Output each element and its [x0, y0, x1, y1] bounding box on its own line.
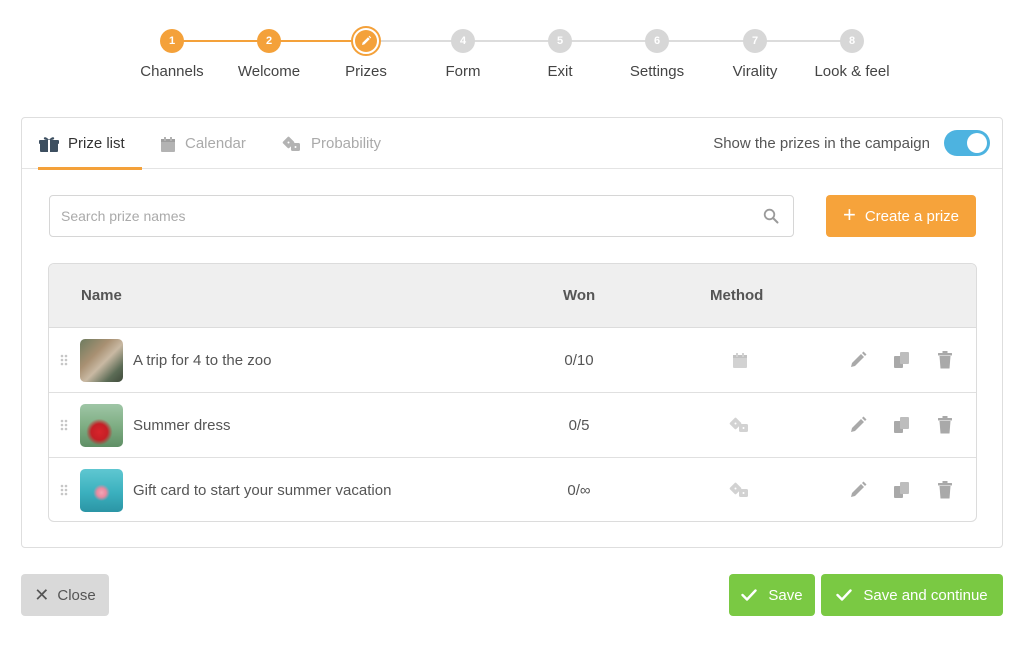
- save-button[interactable]: Save: [729, 574, 815, 616]
- step-number: 1: [160, 29, 184, 53]
- edit-icon[interactable]: [846, 458, 870, 521]
- duplicate-icon[interactable]: [890, 393, 914, 457]
- show-prizes-setting: Show the prizes in the campaign: [713, 130, 990, 156]
- table-row[interactable]: Gift card to start your summer vacation …: [49, 458, 976, 521]
- step-virality[interactable]: 7 Virality: [705, 27, 805, 80]
- drag-handle-icon[interactable]: [60, 393, 70, 457]
- prize-table: Name Won Method A trip for 4 to the zoo …: [48, 263, 977, 522]
- search-box: [49, 195, 794, 237]
- save-label: Save: [768, 586, 803, 604]
- edit-icon[interactable]: [846, 328, 870, 392]
- search-input[interactable]: [50, 196, 793, 236]
- prize-won: 0/10: [564, 351, 594, 369]
- step-exit[interactable]: 5 Exit: [510, 27, 610, 80]
- step-channels[interactable]: 1 Channels: [122, 27, 222, 80]
- show-prizes-toggle[interactable]: [944, 130, 990, 156]
- calendar-icon: [160, 136, 176, 152]
- check-icon: [741, 589, 758, 601]
- pencil-icon: [355, 30, 377, 52]
- tab-prize-list[interactable]: Prize list: [38, 118, 142, 170]
- step-label: Form: [445, 63, 481, 80]
- step-label: Prizes: [345, 63, 387, 80]
- create-prize-label: Create a prize: [864, 207, 960, 225]
- step-label: Exit: [547, 63, 573, 80]
- table-header: Name Won Method: [49, 264, 976, 328]
- step-label: Virality: [732, 63, 778, 80]
- step-number: 5: [548, 29, 572, 53]
- step-number: 8: [840, 29, 864, 53]
- tab-calendar[interactable]: Calendar: [160, 118, 246, 169]
- trash-icon[interactable]: [933, 458, 957, 521]
- trash-icon[interactable]: [933, 328, 957, 392]
- progress-stepper: 1 Channels 2 Welcome Prizes 4 Form 5 Exi…: [0, 26, 1024, 87]
- step-number: 6: [645, 29, 669, 53]
- trash-icon[interactable]: [933, 393, 957, 457]
- save-and-continue-label: Save and continue: [863, 586, 988, 604]
- step-label: Settings: [629, 63, 685, 80]
- toggle-knob: [967, 133, 987, 153]
- tab-label: Prize list: [68, 135, 125, 152]
- dice-icon: [725, 458, 755, 521]
- drag-handle-icon[interactable]: [60, 328, 70, 392]
- duplicate-icon[interactable]: [890, 458, 914, 521]
- prize-name: A trip for 4 to the zoo: [133, 351, 272, 369]
- dice-icon: [725, 393, 755, 457]
- create-prize-button[interactable]: + Create a prize: [826, 195, 976, 237]
- step-current-indicator: [351, 26, 381, 56]
- prize-thumbnail: [80, 458, 124, 521]
- duplicate-icon[interactable]: [890, 328, 914, 392]
- tab-label: Probability: [311, 135, 382, 152]
- close-icon: ✕: [34, 584, 50, 605]
- edit-icon[interactable]: [846, 393, 870, 457]
- tab-probability[interactable]: Probability: [282, 118, 381, 169]
- step-welcome[interactable]: 2 Welcome: [219, 27, 319, 80]
- calendar-icon: [725, 328, 755, 392]
- prize-name: Summer dress: [133, 416, 231, 434]
- step-form[interactable]: 4 Form: [413, 27, 513, 80]
- prize-name: Gift card to start your summer vacation: [133, 481, 392, 499]
- step-prizes[interactable]: Prizes: [316, 26, 416, 80]
- table-row[interactable]: A trip for 4 to the zoo 0/10: [49, 328, 976, 393]
- prize-thumbnail: [80, 328, 124, 392]
- search-icon[interactable]: [763, 208, 779, 229]
- save-and-continue-button[interactable]: Save and continue: [821, 574, 1003, 616]
- step-settings[interactable]: 6 Settings: [607, 27, 707, 80]
- table-row[interactable]: Summer dress 0/5: [49, 393, 976, 458]
- step-label: Look & feel: [814, 63, 890, 80]
- show-prizes-label: Show the prizes in the campaign: [713, 134, 930, 152]
- column-header-won: Won: [563, 287, 596, 304]
- step-look-and-feel[interactable]: 8 Look & feel: [802, 27, 902, 80]
- gift-icon: [39, 136, 59, 152]
- prizes-panel: Prize list Calendar Probability Show the…: [21, 117, 1003, 548]
- step-number: 2: [257, 29, 281, 53]
- close-button[interactable]: ✕ Close: [21, 574, 109, 616]
- prize-won: 0/∞: [567, 481, 591, 499]
- step-label: Channels: [140, 63, 204, 80]
- close-label: Close: [57, 586, 96, 604]
- dice-icon: [282, 136, 302, 152]
- drag-handle-icon[interactable]: [60, 458, 70, 521]
- step-number: 4: [451, 29, 475, 53]
- step-label: Welcome: [237, 63, 301, 80]
- prize-thumbnail: [80, 393, 124, 457]
- step-number: 7: [743, 29, 767, 53]
- column-header-name: Name: [81, 287, 122, 304]
- check-icon: [836, 589, 853, 601]
- prize-won: 0/5: [568, 416, 590, 434]
- tab-bar: Prize list Calendar Probability Show the…: [22, 118, 1002, 170]
- tab-label: Calendar: [185, 135, 246, 152]
- plus-icon: +: [842, 202, 856, 227]
- column-header-method: Method: [710, 287, 764, 304]
